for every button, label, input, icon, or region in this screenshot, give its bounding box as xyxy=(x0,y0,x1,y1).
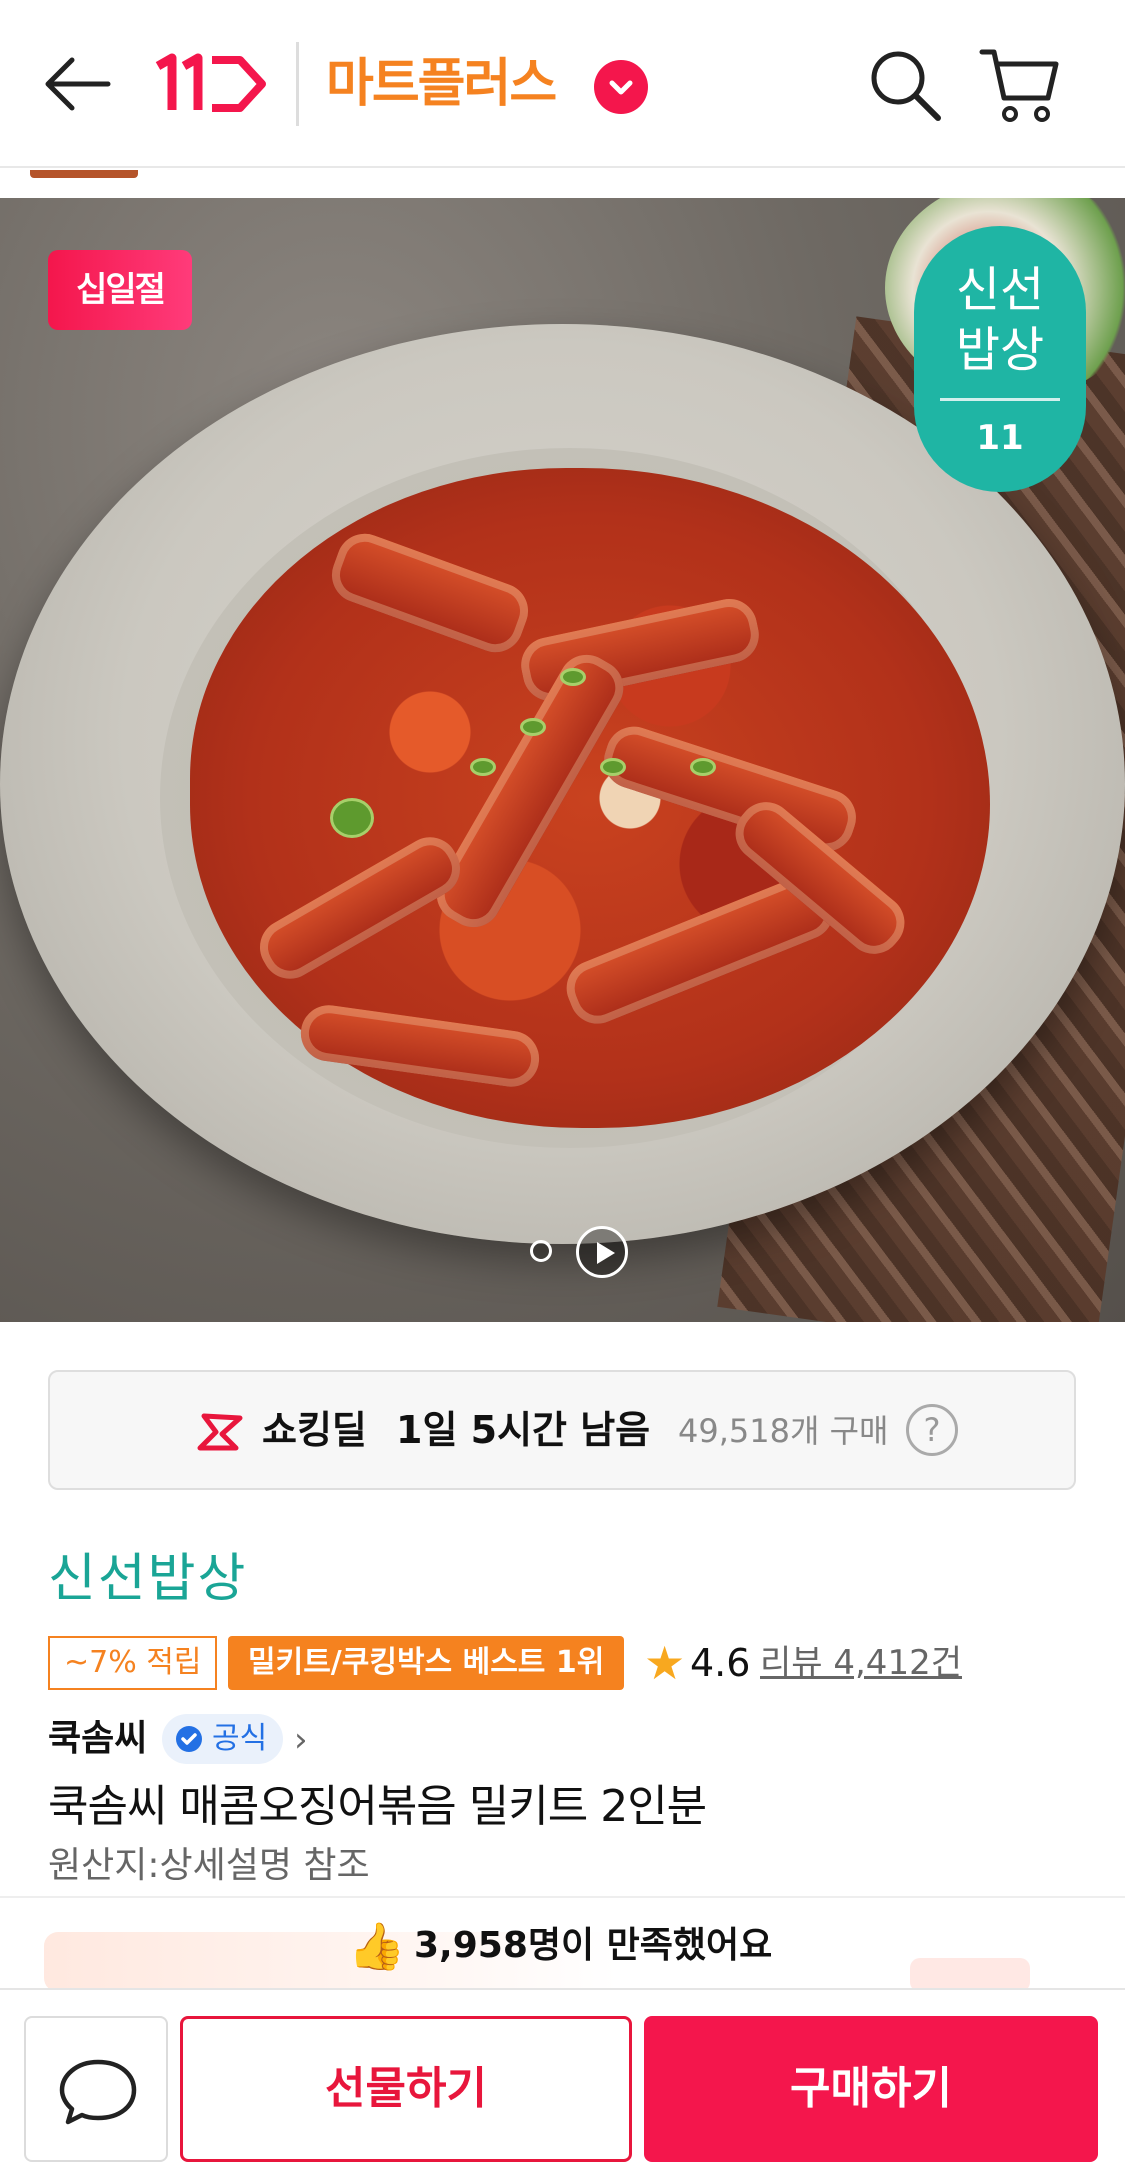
scallion-piece xyxy=(520,718,546,736)
scallion-piece xyxy=(560,668,586,686)
logo-11-icon xyxy=(155,53,266,112)
eleven-street-logo[interactable] xyxy=(152,52,268,116)
brand-badge-logo: 11 xyxy=(976,418,1024,458)
scallion-piece xyxy=(330,798,374,838)
lightning-icon xyxy=(197,1413,243,1451)
scallion-piece xyxy=(600,758,626,776)
chevron-down-icon xyxy=(609,80,633,95)
brand-badge-divider xyxy=(940,398,1060,401)
rating-value: 4.6 xyxy=(690,1641,751,1685)
deal-time-left: 1일 5시간 남음 xyxy=(396,1408,651,1452)
official-label: 공식 xyxy=(212,1721,268,1756)
chat-bubble-icon xyxy=(59,2059,137,2125)
cart-icon xyxy=(979,49,1059,122)
arrow-left-icon xyxy=(45,57,111,111)
satisfaction-text: 3,958명이 만족했어요 xyxy=(414,1925,773,1966)
thumbs-up-icon: 👍 xyxy=(348,1919,406,1973)
brand-badge-line1: 신선 xyxy=(955,262,1045,318)
star-icon: ★ xyxy=(644,1636,686,1690)
scallion-piece xyxy=(470,758,496,776)
product-image[interactable]: 십일절 신선 밥상 11 xyxy=(0,198,1125,1322)
brand-badge-line2: 밥상 xyxy=(955,322,1045,378)
seller-name[interactable]: 쿡솜씨 xyxy=(48,1712,147,1766)
satisfaction-bg-secondary xyxy=(910,1958,1030,1992)
origin-text: 원산지:상세설명 참조 xyxy=(48,1845,370,1886)
gift-button[interactable]: 선물하기 xyxy=(180,2016,632,2162)
chat-button[interactable] xyxy=(24,2016,168,2162)
event-badge: 십일절 xyxy=(48,250,192,330)
product-title: 쿡솜씨 매콤오징어볶음 밀키트 2인분 xyxy=(48,1781,707,1832)
play-video-button[interactable] xyxy=(576,1226,628,1278)
deal-help-button[interactable]: ? xyxy=(906,1404,958,1456)
satisfaction-bar[interactable]: 👍 3,958명이 만족했어요 xyxy=(0,1896,1125,1992)
brand-title[interactable]: 신선밥상 xyxy=(48,1546,247,1612)
thumbnail-strip xyxy=(30,170,138,178)
mart-dropdown-button[interactable] xyxy=(594,60,648,114)
search-button[interactable] xyxy=(866,46,944,124)
official-badge[interactable]: 공식 xyxy=(162,1714,284,1764)
review-link[interactable]: 리뷰 4,412건 xyxy=(760,1636,962,1690)
mart-plus-label[interactable]: 마트플러스 xyxy=(326,52,557,116)
product-page: 마트플러스 십일절 신선 밥상 11 쇼킹딜 1일 5시간 남음 49,518개… xyxy=(0,0,1125,2184)
cart-button[interactable] xyxy=(978,44,1060,126)
best-tag[interactable]: 밀키트/쿠킹박스 베스트 1위 xyxy=(228,1636,625,1690)
deal-purchase-count: 49,518개 구매 xyxy=(678,1412,889,1450)
carousel-dot[interactable] xyxy=(530,1240,552,1262)
brand-badge: 신선 밥상 11 xyxy=(914,226,1086,492)
bottom-action-bar: 선물하기 구매하기 xyxy=(0,1988,1125,2184)
scallion-piece xyxy=(690,758,716,776)
buy-button[interactable]: 구매하기 xyxy=(644,2016,1098,2162)
top-header: 마트플러스 xyxy=(0,0,1125,168)
verified-check-icon xyxy=(176,1726,202,1752)
back-button[interactable] xyxy=(38,48,118,120)
search-icon xyxy=(871,51,941,121)
deal-name: 쇼킹딜 xyxy=(262,1408,367,1452)
header-divider xyxy=(296,42,299,126)
points-tag: ~7% 적립 xyxy=(48,1636,218,1690)
shocking-deal-bar: 쇼킹딜 1일 5시간 남음 49,518개 구매 ? xyxy=(48,1370,1076,1490)
chevron-right-icon[interactable]: › xyxy=(294,1716,308,1764)
